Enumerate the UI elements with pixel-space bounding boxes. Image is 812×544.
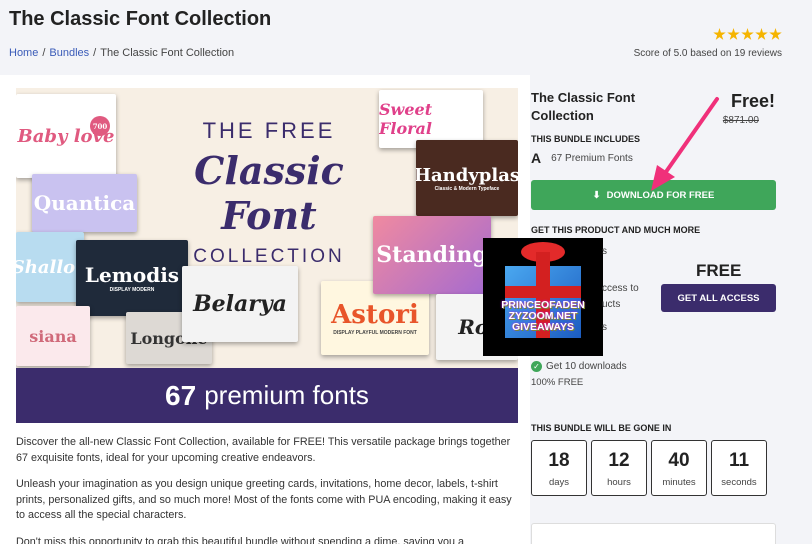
thumb-quantica: Quantica — [32, 174, 137, 232]
arrow-annotation-icon — [651, 97, 719, 191]
hero-line3: COLLECTION — [193, 246, 345, 267]
thumb-subtext: DISPLAY PLAYFUL MODERN FONT — [333, 330, 417, 336]
hero-banner: 67 premium fonts — [16, 368, 518, 423]
hero-title: THE FREE Classic Font COLLECTION — [144, 118, 394, 268]
purchase-sidebar: The Classic Font Collection Free! $871.0… — [530, 75, 790, 544]
star-icon — [769, 28, 782, 40]
check-icon: ✓ — [531, 361, 542, 372]
description-paragraph: Unleash your imagination as you design u… — [16, 478, 512, 521]
get-all-access-button[interactable]: GET ALL ACCESS — [661, 284, 776, 312]
breadcrumb-home[interactable]: Home — [9, 47, 38, 59]
hero-image: Baby love 700 Quantica Shallon Lemodis D… — [16, 88, 518, 423]
fonts-count: A 67 Premium Fonts — [531, 150, 633, 166]
hero-tagline: premium fonts — [204, 380, 369, 410]
thumb-subtext: Classic & Modern Typeface — [434, 185, 500, 192]
star-icon — [741, 28, 754, 40]
thumb-text: siana — [29, 326, 77, 346]
thumb-text: Belarya — [193, 291, 287, 317]
timer-unit: days — [548, 477, 570, 488]
timer-value: 40 — [668, 450, 690, 471]
breadcrumb-separator: / — [93, 47, 97, 59]
thumb-baby-love: Baby love 700 — [16, 94, 116, 178]
hero-line1: THE FREE — [202, 118, 336, 143]
rating-text: Score of 5.0 based on 19 reviews — [633, 48, 782, 59]
timer-unit: hours — [607, 477, 631, 488]
timer-value: 11 — [728, 450, 750, 471]
thumb-shallon: Shallon — [16, 232, 84, 302]
rating-stars — [713, 28, 782, 41]
star-icon — [727, 28, 740, 40]
timer-hours: 12 hours — [591, 440, 647, 496]
includes-heading: THIS BUNDLE INCLUDES — [531, 134, 641, 144]
timer-minutes: 40 minutes — [651, 440, 707, 496]
old-price: $871.00 — [722, 115, 759, 126]
thumb-text: Astori — [331, 300, 419, 330]
download-icon: ⬇ — [592, 189, 601, 201]
product-description: Discover the all-new Classic Font Collec… — [16, 435, 520, 544]
star-icon — [755, 28, 768, 40]
font-icon: A — [531, 150, 542, 166]
downloads-label: Get 10 downloads — [546, 361, 627, 372]
more-heading: GET THIS PRODUCT AND MUCH MORE — [531, 225, 701, 235]
access-feature-line: ccess to — [602, 283, 639, 294]
breadcrumb-separator: / — [42, 47, 46, 59]
hero-line2: Classic Font — [194, 148, 344, 238]
thumb-text: Shallon — [16, 256, 84, 278]
hero-count: 67 — [165, 379, 197, 411]
access-price: FREE — [696, 261, 742, 280]
description-paragraph: Discover the all-new Classic Font Collec… — [16, 436, 511, 464]
thumb-siana: siana — [16, 306, 90, 366]
thumb-text: Sweet Floral — [379, 100, 433, 138]
thumb-badge: 700 — [90, 116, 110, 136]
downloads-feature: ✓ Get 10 downloads — [531, 361, 627, 372]
access-feature-line: s — [602, 246, 607, 257]
fonts-count-label: 67 Premium Fonts — [551, 152, 633, 164]
star-icon — [713, 28, 726, 40]
timer-unit: minutes — [662, 477, 696, 488]
sidebar-panel — [531, 523, 776, 544]
thumb-handyplas: Handyplas Classic & Modern Typeface — [416, 140, 518, 216]
access-feature-line: s — [602, 322, 607, 333]
timer-value: 18 — [548, 450, 570, 471]
description-paragraph: Don't miss this opportunity to grab this… — [16, 535, 464, 544]
thumb-text: Quantica — [33, 191, 136, 215]
thumb-text: Handyplas — [416, 164, 518, 186]
breadcrumb-bundles[interactable]: Bundles — [49, 47, 89, 59]
access-feature-line: ucts — [602, 299, 621, 310]
page-title: The Classic Font Collection — [9, 8, 272, 30]
countdown-timer: 18 days 12 hours 40 minutes 11 seconds — [531, 440, 767, 496]
timer-value: 12 — [608, 450, 630, 471]
breadcrumb-current: The Classic Font Collection — [100, 47, 235, 59]
timer-unit: seconds — [721, 477, 757, 488]
price-label: Free! — [730, 91, 775, 111]
percent-free: 100% FREE — [531, 377, 584, 388]
timer-days: 18 days — [531, 440, 587, 496]
thumb-subtext: DISPLAY MODERN — [109, 287, 155, 293]
thumb-belarya: Belarya — [182, 266, 298, 342]
countdown-heading: THIS BUNDLE WILL BE GONE IN — [531, 423, 672, 433]
timer-seconds: 11 seconds — [711, 440, 767, 496]
breadcrumb: Home / Bundles / The Classic Font Collec… — [9, 47, 234, 59]
